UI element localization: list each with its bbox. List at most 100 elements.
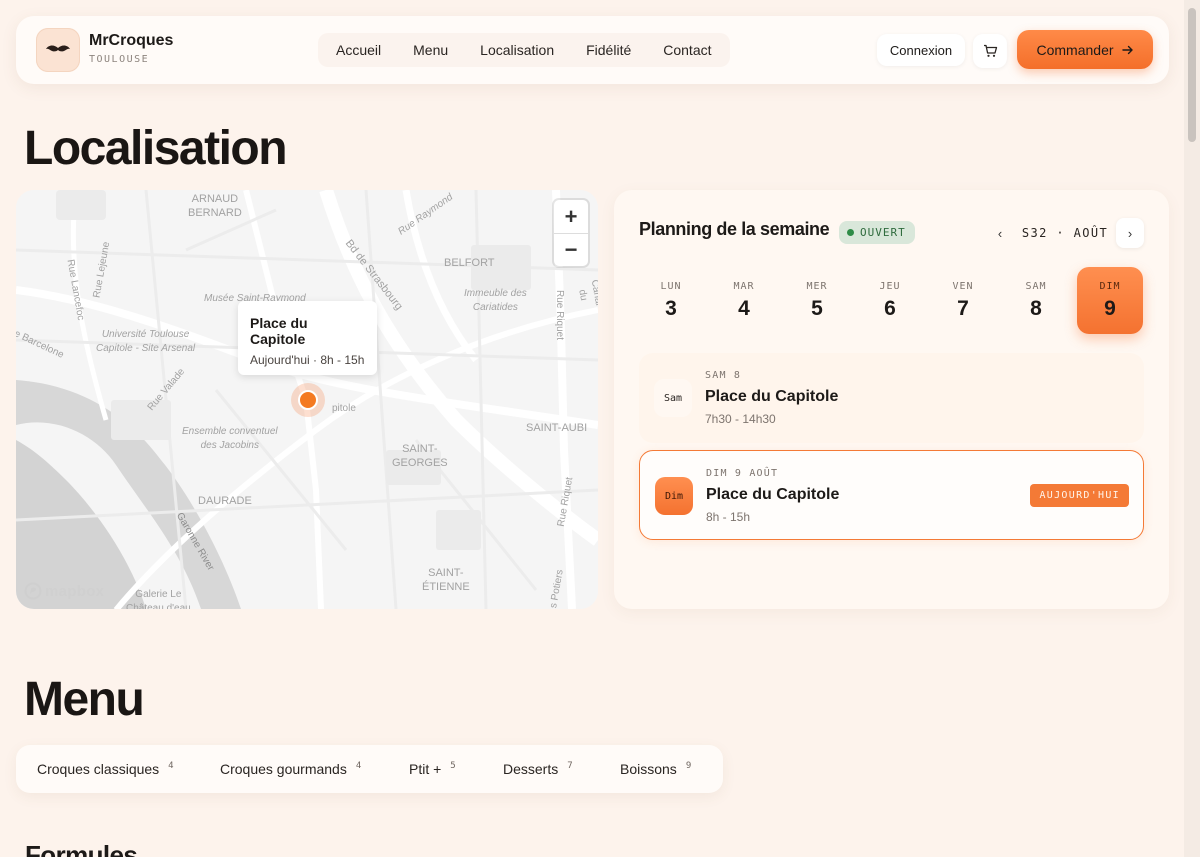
nav-menu[interactable]: Menu xyxy=(397,42,464,58)
page-scrollbar[interactable] xyxy=(1184,0,1200,857)
day-name: MER xyxy=(806,280,828,292)
mapbox-logo[interactable]: mapbox xyxy=(24,582,104,600)
tab-boissons[interactable]: Boissons 9 xyxy=(620,745,691,793)
nav-localisation[interactable]: Localisation xyxy=(464,42,570,58)
tab-croques-classiques[interactable]: Croques classiques 4 xyxy=(37,745,174,793)
cart-icon xyxy=(983,44,997,57)
map-label-daurade: DAURADE xyxy=(198,495,252,507)
tab-label: Boissons xyxy=(620,761,677,777)
brand-city: TOULOUSE xyxy=(89,54,150,65)
menu-category-tabs: Croques classiques 4 Croques gourmands 4… xyxy=(16,745,723,793)
zoom-out-button[interactable]: − xyxy=(554,233,588,266)
planning-title: Planning de la semaine xyxy=(639,219,830,239)
tab-label: Croques classiques xyxy=(37,761,160,777)
formules-title: Formules xyxy=(25,840,138,857)
tab-desserts[interactable]: Desserts 7 xyxy=(503,745,573,793)
login-button[interactable]: Connexion xyxy=(877,34,965,66)
day-dim[interactable]: DIM 9 xyxy=(1077,267,1143,334)
mapbox-text: mapbox xyxy=(45,582,105,600)
week-label: S32 · AOÛT xyxy=(1021,226,1109,240)
day-name: MAR xyxy=(733,280,755,292)
zoom-control: + − xyxy=(554,200,588,266)
tab-count: 7 xyxy=(567,761,573,771)
slot-place: Place du Capitole xyxy=(705,388,839,405)
tab-ptit-plus[interactable]: Ptit + 5 xyxy=(409,745,456,793)
slot-day-badge: Sam xyxy=(654,379,692,417)
zoom-in-button[interactable]: + xyxy=(554,200,588,233)
day-number: 4 xyxy=(738,296,750,320)
menu-title: Menu xyxy=(24,673,145,726)
slot-hours: 8h - 15h xyxy=(706,510,751,524)
day-number: 7 xyxy=(957,296,969,320)
arrow-right-icon xyxy=(1121,45,1133,54)
map-label-belfort: BELFORT xyxy=(444,257,495,269)
popup-subtitle: Aujourd'hui · 8h - 15h xyxy=(250,353,365,367)
day-selector: LUN 3 MAR 4 MER 5 JEU 6 VEN 7 SAM 8 DIM … xyxy=(638,267,1144,334)
map-label-arnaud-bernard: ARNAUD BERNARD xyxy=(188,193,242,219)
map-label-saint-georges: SAINT- GEORGES xyxy=(392,443,448,469)
planning-panel: Planning de la semaine OUVERT ‹ S32 · AO… xyxy=(614,190,1169,609)
map-label-canal: Canal du xyxy=(576,278,598,307)
map-popup: Place du Capitole Aujourd'hui · 8h - 15h xyxy=(238,301,377,375)
map-label-saint-aubin: SAINT-AUBI xyxy=(526,422,588,434)
popup-title: Place du Capitole xyxy=(250,315,308,347)
day-jeu[interactable]: JEU 6 xyxy=(857,267,923,334)
day-number: 5 xyxy=(811,296,823,320)
day-name: VEN xyxy=(952,280,974,292)
nav-contact[interactable]: Contact xyxy=(647,42,727,58)
mapbox-icon xyxy=(24,582,42,600)
week-navigator: ‹ S32 · AOÛT › xyxy=(986,217,1144,249)
day-name: LUN xyxy=(660,280,682,292)
map-label-immeuble: Immeuble des Cariatides xyxy=(464,288,527,313)
schedule-slot-dim[interactable]: Dim DIM 9 AOÛT Place du Capitole 8h - 15… xyxy=(639,450,1144,540)
day-number: 9 xyxy=(1104,296,1116,320)
scrollbar-thumb[interactable] xyxy=(1188,8,1196,142)
tab-count: 4 xyxy=(168,761,174,771)
status-text: OUVERT xyxy=(860,226,906,239)
slot-date: DIM 9 AOÛT xyxy=(706,468,779,479)
brand-name[interactable]: MrCroques xyxy=(89,32,173,50)
next-week-button[interactable]: › xyxy=(1116,218,1144,248)
map-label-universite: Université Toulouse Capitole - Site Arsen… xyxy=(96,329,196,354)
map-label-jacobins: Ensemble conventuel des Jacobins xyxy=(182,426,278,451)
order-button-label: Commander xyxy=(1036,41,1114,58)
schedule-slot-sam[interactable]: Sam SAM 8 Place du Capitole 7h30 - 14h30 xyxy=(639,353,1144,443)
day-ven[interactable]: VEN 7 xyxy=(930,267,996,334)
tab-label: Ptit + xyxy=(409,761,442,777)
day-number: 8 xyxy=(1030,296,1042,320)
map-label-saint-etienne: SAINT- ÉTIENNE xyxy=(422,567,470,593)
day-number: 3 xyxy=(665,296,677,320)
slot-day-badge: Dim xyxy=(655,477,693,515)
map-label-galerie: Galerie Le Château d'eau xyxy=(126,589,191,609)
nav-accueil[interactable]: Accueil xyxy=(320,42,397,58)
tab-count: 5 xyxy=(450,761,456,771)
map-label-capitole: pitole xyxy=(332,403,356,414)
slot-place: Place du Capitole xyxy=(706,486,840,503)
status-badge: OUVERT xyxy=(839,221,915,244)
slot-date: SAM 8 xyxy=(705,370,742,381)
mustache-icon[interactable] xyxy=(36,28,80,72)
day-sam[interactable]: SAM 8 xyxy=(1003,267,1069,334)
day-name: SAM xyxy=(1025,280,1047,292)
tab-label: Croques gourmands xyxy=(220,761,347,777)
tab-croques-gourmands[interactable]: Croques gourmands 4 xyxy=(220,745,361,793)
prev-week-button[interactable]: ‹ xyxy=(986,218,1014,248)
nav-fidelite[interactable]: Fidélité xyxy=(570,42,647,58)
location-marker[interactable] xyxy=(298,390,318,410)
tab-label: Desserts xyxy=(503,761,559,777)
day-name: DIM xyxy=(1099,280,1121,292)
map[interactable]: ARNAUD BERNARD Rue Raymond Bd de Strasbou… xyxy=(16,190,598,609)
day-number: 6 xyxy=(884,296,896,320)
status-dot-icon xyxy=(847,229,854,236)
today-tag: AUJOURD'HUI xyxy=(1030,484,1129,507)
cart-button[interactable] xyxy=(973,34,1007,68)
tab-count: 9 xyxy=(685,761,692,771)
order-button[interactable]: Commander xyxy=(1017,30,1153,69)
day-lun[interactable]: LUN 3 xyxy=(638,267,704,334)
map-label-rue-riquet: Rue Riquet xyxy=(554,289,566,341)
day-name: JEU xyxy=(879,280,901,292)
day-mer[interactable]: MER 5 xyxy=(784,267,850,334)
slot-hours: 7h30 - 14h30 xyxy=(705,412,776,426)
main-nav: Accueil Menu Localisation Fidélité Conta… xyxy=(318,33,730,67)
day-mar[interactable]: MAR 4 xyxy=(711,267,777,334)
